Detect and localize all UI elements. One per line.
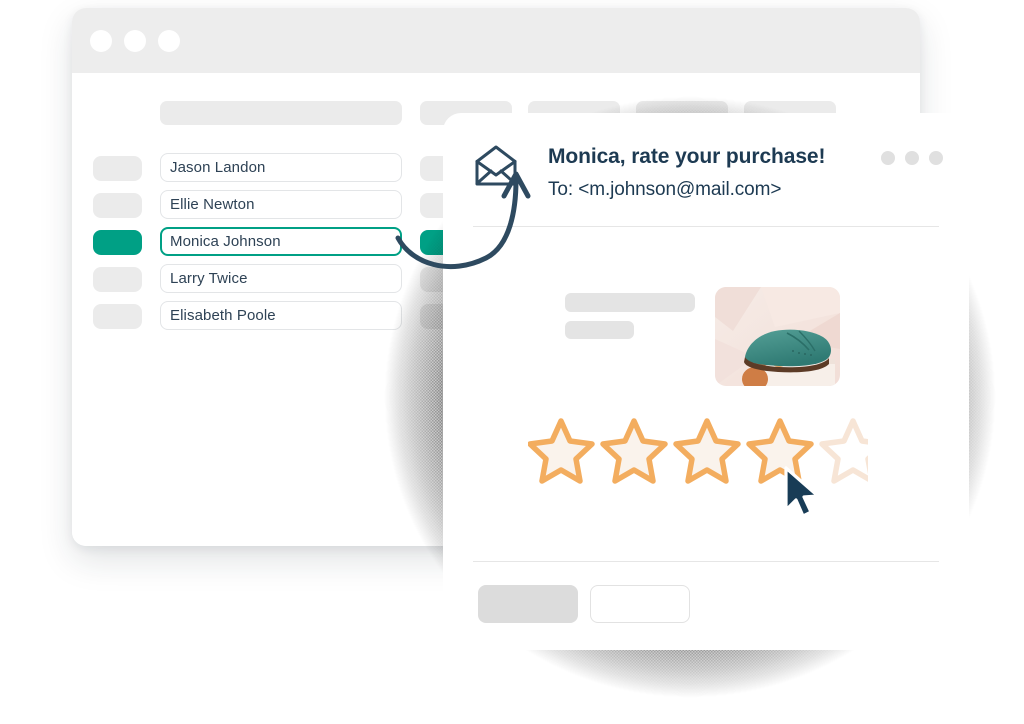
illustration-stage: Jason Landon Ellie Newton Monica Johnson… <box>0 0 1024 724</box>
header-placeholder-name <box>160 101 402 125</box>
footer-divider <box>473 561 939 562</box>
contact-name-label: Jason Landon <box>170 159 266 176</box>
contact-name-label: Larry Twice <box>170 270 248 287</box>
contact-name-label: Elisabeth Poole <box>170 307 276 324</box>
contact-name-field-selected[interactable]: Monica Johnson <box>160 227 402 256</box>
card-dot-2[interactable] <box>905 151 919 165</box>
contact-name-label: Monica Johnson <box>170 233 281 250</box>
contact-name-field[interactable]: Elisabeth Poole <box>160 301 402 330</box>
star-3 <box>673 418 741 484</box>
email-preview-card: Monica, rate your purchase! To: <m.johns… <box>443 113 969 650</box>
email-recipient: To: <m.johnson@mail.com> <box>548 179 782 200</box>
mouse-pointer-icon <box>784 466 820 518</box>
contact-name-field[interactable]: Larry Twice <box>160 264 402 293</box>
open-envelope-icon <box>475 145 517 186</box>
close-dot[interactable] <box>90 30 112 52</box>
contact-name-field[interactable]: Jason Landon <box>160 153 402 182</box>
row-checkbox[interactable] <box>93 267 142 292</box>
star-5-empty <box>819 418 868 484</box>
email-subject: Monica, rate your purchase! <box>548 145 826 168</box>
contact-name-label: Ellie Newton <box>170 196 255 213</box>
contact-name-field[interactable]: Ellie Newton <box>160 190 402 219</box>
primary-action-button[interactable] <box>478 585 578 623</box>
product-text-placeholder-line1 <box>565 293 695 312</box>
product-text-placeholder-line2 <box>565 321 634 339</box>
card-window-dots <box>881 151 943 165</box>
minimize-dot[interactable] <box>124 30 146 52</box>
star-2 <box>600 418 668 484</box>
maximize-dot[interactable] <box>158 30 180 52</box>
header-divider <box>473 226 939 227</box>
browser-title-bar <box>72 8 920 73</box>
row-checkbox[interactable] <box>93 156 142 181</box>
row-checkbox[interactable] <box>93 304 142 329</box>
card-dot-3[interactable] <box>929 151 943 165</box>
row-checkbox[interactable] <box>93 193 142 218</box>
secondary-action-button[interactable] <box>590 585 690 623</box>
row-checkbox-checked[interactable] <box>93 230 142 255</box>
product-image <box>715 287 840 386</box>
traffic-light-group <box>90 30 180 52</box>
star-1 <box>528 418 595 484</box>
card-dot-1[interactable] <box>881 151 895 165</box>
